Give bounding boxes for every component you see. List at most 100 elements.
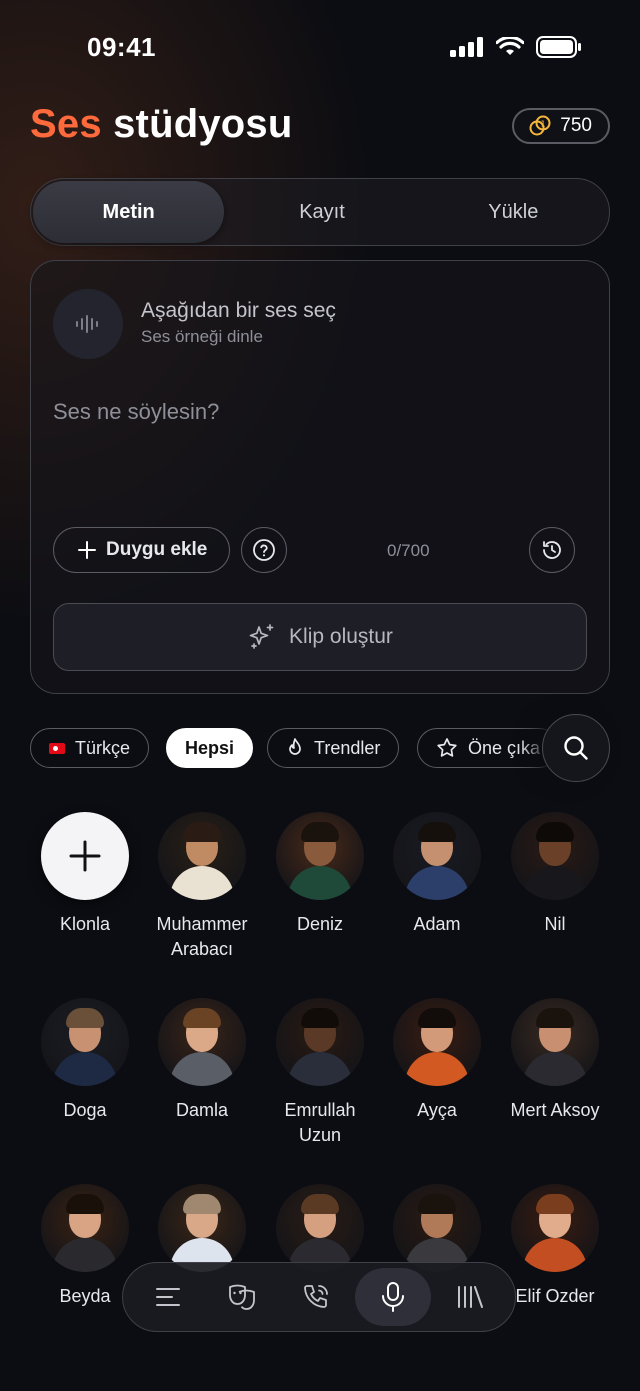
voice-name: Ayça [417, 1100, 457, 1120]
signal-icon [450, 37, 483, 57]
status-time: 09:41 [87, 32, 156, 62]
filter-bar: Türkçe Hepsi Trendler Öne çıka [30, 728, 550, 768]
voice-name: Mert Aksoy [510, 1100, 600, 1120]
avatar [158, 812, 246, 900]
nav-calls[interactable] [281, 1268, 351, 1326]
avatar-hair [536, 822, 574, 842]
voice-name: Emrullah Uzun [284, 1100, 356, 1145]
voice-title: Aşağıdan bir ses seç [141, 299, 336, 322]
voice-card[interactable]: Deniz [261, 812, 379, 937]
voice-card[interactable]: Damla [143, 998, 261, 1123]
avatar-hair [418, 1008, 456, 1028]
avatar-body [170, 866, 234, 900]
add-emotion-label: Duygu ekle [106, 539, 208, 560]
avatar [511, 1184, 599, 1272]
avatar-body [288, 1052, 352, 1086]
avatar [158, 1184, 246, 1272]
header: Ses stüdyosu 1 750 [30, 100, 610, 156]
plus-icon [69, 840, 101, 872]
flame-icon [289, 738, 301, 755]
avatar-body [405, 866, 469, 900]
voice-card[interactable]: Adam [378, 812, 496, 937]
avatar [393, 812, 481, 900]
filter-language[interactable]: Türkçe [30, 728, 150, 768]
filter-featured[interactable]: Öne çıka [417, 728, 550, 768]
avatar-hair [418, 822, 456, 842]
avatar [276, 812, 364, 900]
voice-name: Damla [175, 1100, 228, 1120]
avatar [276, 1184, 364, 1272]
voice-name: Nil [544, 914, 566, 934]
filter-language-label: Türkçe [75, 737, 131, 758]
page-title: Ses stüdyosu [30, 102, 293, 147]
voice-card[interactable]: Mert Aksoy [496, 998, 614, 1123]
avatar-body [53, 1238, 117, 1272]
credits-count: 750 [560, 115, 592, 136]
filter-featured-label: Öne çıka [468, 737, 541, 758]
filter-all[interactable]: Hepsi [166, 728, 254, 768]
avatar-hair [301, 1008, 339, 1028]
voice-card[interactable]: Nil [496, 812, 614, 937]
avatar-body [523, 1052, 587, 1086]
coins-icon: 1 [529, 115, 551, 136]
voice-name: Klonla [59, 914, 111, 934]
title-rest: stüdyosu [113, 102, 293, 146]
create-clip-button[interactable]: Klip oluştur [53, 603, 587, 671]
avatar-body [523, 866, 587, 900]
tab-yukle[interactable]: Yükle [418, 179, 609, 245]
help-icon [253, 539, 275, 561]
bottom-nav [122, 1262, 516, 1332]
history-icon [543, 541, 561, 559]
avatar-body [288, 866, 352, 900]
avatar [393, 1184, 481, 1272]
voice-card[interactable]: Muhammer Arabacı [143, 812, 261, 962]
credits-badge[interactable]: 1 750 [512, 108, 610, 144]
avatar [276, 998, 364, 1086]
status-icons [450, 36, 582, 58]
search-icon [564, 736, 588, 760]
clone-voice-button[interactable]: Klonla [26, 812, 144, 937]
library-icon [458, 1286, 483, 1308]
status-bar: 09:41 [0, 0, 640, 96]
filter-trending-label: Trendler [314, 737, 381, 758]
tab-metin[interactable]: Metin [33, 181, 225, 243]
history-button[interactable] [529, 527, 575, 573]
avatar-hair [66, 1008, 104, 1028]
avatar-hair [301, 1194, 339, 1214]
voice-name: Adam [413, 914, 461, 934]
avatar-hair [183, 822, 221, 842]
avatar-body [170, 1052, 234, 1086]
nav-menu[interactable] [133, 1268, 203, 1326]
voice-name: Muhammer Arabacı [156, 914, 248, 959]
tab-kayit[interactable]: Kayıt [226, 179, 417, 245]
plus-icon [78, 541, 96, 559]
waveform-icon [76, 315, 98, 333]
avatar [41, 1184, 129, 1272]
avatar-body [405, 1052, 469, 1086]
avatar [511, 812, 599, 900]
voice-card[interactable]: Emrullah Uzun [261, 998, 379, 1148]
voice-card[interactable]: Ayça [378, 998, 496, 1123]
char-counter: 0/700 [387, 541, 430, 560]
avatar-hair [418, 1194, 456, 1214]
selected-voice-button[interactable] [53, 289, 123, 359]
masks-icon [229, 1284, 255, 1310]
voice-card[interactable]: Doga [26, 998, 144, 1123]
avatar-hair [301, 822, 339, 842]
title-accent: Ses [30, 102, 102, 146]
text-input[interactable]: Ses ne söylesin? [53, 399, 219, 425]
wifi-icon [496, 37, 524, 55]
avatar-body [523, 1238, 587, 1272]
help-button[interactable] [241, 527, 287, 573]
add-emotion-button[interactable]: Duygu ekle [53, 527, 231, 573]
mode-tabs: Metin Kayıt Yükle [30, 178, 610, 246]
voice-subtitle[interactable]: Ses örneği dinle [141, 327, 263, 347]
avatar [511, 998, 599, 1086]
nav-library[interactable] [435, 1268, 505, 1326]
nav-studio[interactable] [355, 1268, 431, 1326]
nav-masks[interactable] [207, 1268, 277, 1326]
search-button[interactable] [542, 714, 610, 782]
filter-trending[interactable]: Trendler [267, 728, 400, 768]
menu-icon [156, 1288, 180, 1306]
microphone-icon [382, 1282, 404, 1312]
